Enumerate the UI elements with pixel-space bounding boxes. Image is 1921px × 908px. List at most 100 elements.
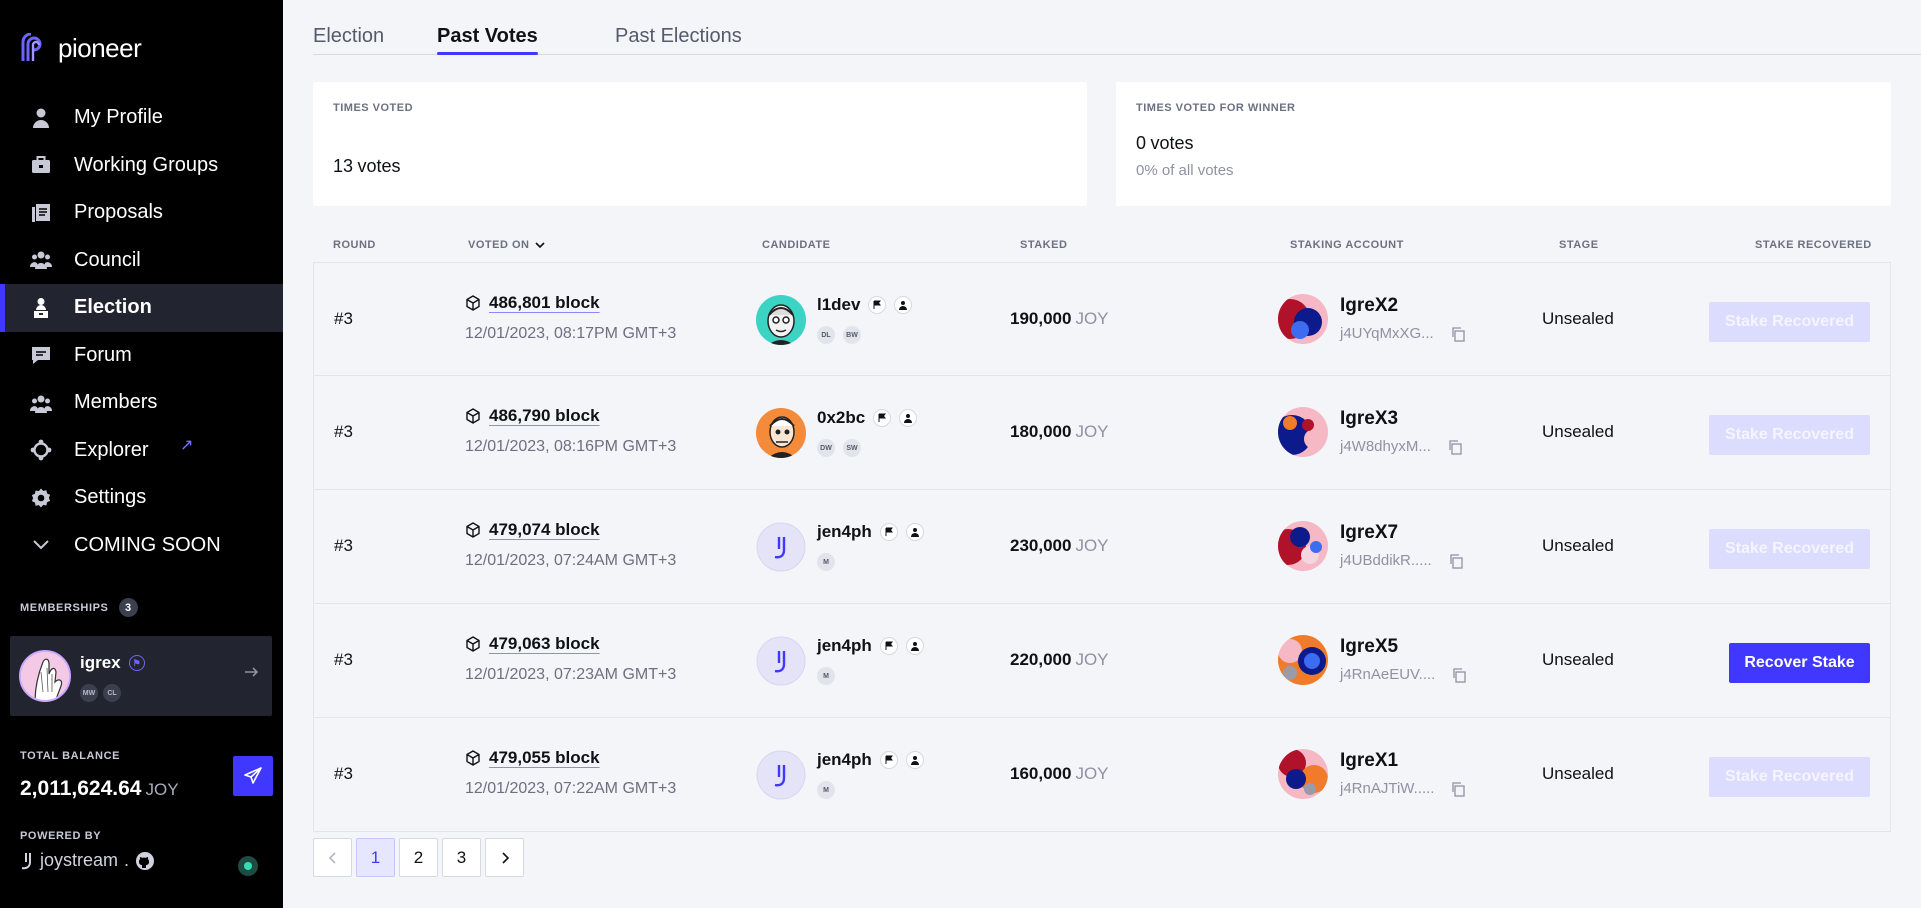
- briefcase-icon: [28, 152, 54, 178]
- nav-item-members[interactable]: Members: [0, 379, 283, 427]
- copy-icon[interactable]: [1447, 439, 1463, 455]
- candidate-name[interactable]: jen4ph: [817, 750, 872, 770]
- role-badge: CL: [103, 684, 121, 702]
- external-link-icon: ↗: [180, 436, 194, 454]
- person-icon: [28, 105, 54, 131]
- copy-icon[interactable]: [1450, 326, 1466, 342]
- round-cell: #3: [334, 764, 353, 783]
- nav-item-coming-soon[interactable]: COMING SOON: [0, 522, 283, 570]
- page-button-1[interactable]: 1: [356, 838, 395, 877]
- column-stake-recovered[interactable]: STAKE RECOVERED: [1755, 239, 1872, 251]
- column-stage[interactable]: STAGE: [1559, 239, 1599, 251]
- account-name: IgreX2: [1340, 295, 1399, 316]
- account-name: IgreX3: [1340, 408, 1399, 429]
- stake-recovered-button: Stake Recovered: [1709, 302, 1870, 342]
- times-voted-winner-value-row: 0 votes: [1136, 133, 1194, 154]
- role-badge: BW: [843, 326, 861, 344]
- nav-item-proposals[interactable]: Proposals: [0, 189, 283, 237]
- nav-item-my-profile[interactable]: My Profile: [0, 94, 283, 142]
- joystream-brand[interactable]: joystream .: [20, 850, 155, 871]
- block-link[interactable]: 479,074 block: [489, 520, 600, 540]
- staked-amount: 190,000 JOY: [1010, 309, 1109, 329]
- tab-past-votes[interactable]: Past Votes: [437, 25, 538, 55]
- vote-date: 12/01/2023, 07:22AM GMT+3: [465, 780, 677, 797]
- pioneer-logo[interactable]: pioneer: [20, 32, 142, 64]
- nav-label: Members: [74, 391, 158, 414]
- previous-page-button[interactable]: [313, 838, 352, 877]
- nav-item-election[interactable]: Election: [0, 284, 283, 332]
- joystream-text: joystream: [40, 850, 119, 870]
- nav-item-forum[interactable]: Forum: [0, 332, 283, 380]
- connection-status-indicator[interactable]: [238, 856, 258, 876]
- nav-label: Council: [74, 248, 141, 271]
- chevron-left-icon: [328, 851, 336, 864]
- column-candidate[interactable]: CANDIDATE: [762, 239, 830, 251]
- tab-election[interactable]: Election: [313, 25, 384, 48]
- account-address: j4RnAeEUV....: [1340, 666, 1436, 683]
- current-member-card[interactable]: igrex ⚑ MW CL: [10, 636, 272, 716]
- block-link-row: 486,801 block: [465, 293, 600, 313]
- block-link-row: 479,074 block: [465, 520, 600, 540]
- staked-amount: 220,000 JOY: [1010, 650, 1109, 670]
- vote-date: 12/01/2023, 07:23AM GMT+3: [465, 666, 677, 683]
- account-address-row: j4RnAJTiW.....: [1340, 780, 1466, 797]
- recover-stake-button[interactable]: Recover Stake: [1729, 643, 1870, 683]
- nav-item-settings[interactable]: Settings: [0, 474, 283, 522]
- page-button-3[interactable]: 3: [442, 838, 481, 877]
- group-icon: [28, 247, 54, 273]
- github-icon[interactable]: [135, 851, 155, 871]
- nav-label: COMING SOON: [74, 533, 221, 556]
- candidate-avatar[interactable]: [756, 522, 806, 572]
- nav-label: My Profile: [74, 106, 163, 129]
- pioneer-logo-icon: [21, 33, 42, 61]
- column-round[interactable]: ROUND: [333, 239, 376, 251]
- gear-icon: [28, 485, 54, 511]
- candidate-name[interactable]: jen4ph: [817, 522, 872, 542]
- candidate-roles: M: [817, 781, 835, 799]
- joystream-logo-icon: [21, 852, 31, 869]
- nav-item-explorer[interactable]: Explorer ↗: [0, 427, 283, 475]
- candidate-name[interactable]: l1dev: [817, 295, 860, 315]
- block-cube-icon: [466, 408, 480, 424]
- total-balance-label: TOTAL BALANCE: [20, 750, 121, 762]
- staked-value: 190,000: [1010, 309, 1072, 328]
- candidate-avatar[interactable]: [756, 636, 806, 686]
- candidate-avatar[interactable]: [756, 295, 806, 345]
- switch-member-arrow-icon[interactable]: [244, 664, 260, 685]
- table-row: #3 479,055 block 12/01/2023, 07:22AM GMT…: [313, 718, 1891, 832]
- next-page-button[interactable]: [485, 838, 524, 877]
- block-link[interactable]: 479,063 block: [489, 634, 600, 654]
- times-voted-label: TIMES VOTED: [333, 102, 414, 114]
- memberships-count-badge: 3: [118, 598, 138, 617]
- candidate-name[interactable]: 0x2bc: [817, 408, 865, 428]
- candidate-name[interactable]: jen4ph: [817, 636, 872, 656]
- tab-past-elections[interactable]: Past Elections: [615, 25, 742, 48]
- nav-item-council[interactable]: Council: [0, 237, 283, 285]
- block-link[interactable]: 486,790 block: [489, 406, 600, 426]
- candidate-avatar[interactable]: [756, 750, 806, 800]
- column-voted-on[interactable]: VOTED ON: [468, 239, 546, 251]
- column-staked[interactable]: STAKED: [1020, 239, 1067, 251]
- stage-cell: Unsealed: [1542, 309, 1614, 328]
- copy-icon[interactable]: [1451, 667, 1467, 683]
- block-link-row: 479,063 block: [465, 634, 600, 654]
- round-cell: #3: [334, 422, 353, 441]
- nav-item-working-groups[interactable]: Working Groups: [0, 142, 283, 190]
- column-staking-account[interactable]: STAKING ACCOUNT: [1290, 239, 1404, 251]
- candidate-avatar[interactable]: [756, 408, 806, 458]
- block-link[interactable]: 479,055 block: [489, 748, 600, 768]
- block-link[interactable]: 486,801 block: [489, 293, 600, 313]
- staked-amount: 160,000 JOY: [1010, 764, 1109, 784]
- staked-unit: JOY: [1075, 536, 1109, 555]
- transfer-button[interactable]: [233, 756, 273, 796]
- copy-icon[interactable]: [1448, 553, 1464, 569]
- page-button-2[interactable]: 2: [399, 838, 438, 877]
- council-member-icon: ⚑: [128, 655, 145, 671]
- times-voted-winner-unit: votes: [1150, 133, 1194, 153]
- candidate-roles: M: [817, 553, 835, 571]
- chevron-down-icon: [28, 532, 54, 558]
- copy-icon[interactable]: [1450, 781, 1466, 797]
- nav-label: Explorer: [74, 438, 149, 461]
- times-voted-winner-percent: 0% of all votes: [1136, 162, 1234, 179]
- round-cell: #3: [334, 536, 353, 555]
